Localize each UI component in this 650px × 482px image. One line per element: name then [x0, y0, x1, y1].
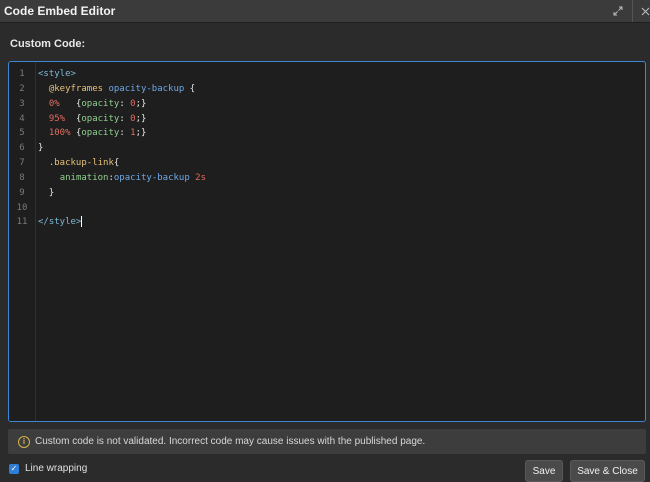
code-token: : — [119, 128, 131, 139]
notice-text: Custom code is not validated. Incorrect … — [35, 436, 426, 447]
code-token: opacity — [81, 128, 120, 139]
code-token: <style> — [38, 69, 76, 79]
line-number: 2 — [19, 83, 25, 94]
line-number: 5 — [19, 128, 25, 139]
code-area[interactable]: <style> @keyframes opacity-backup { 0% {… — [38, 67, 641, 230]
code-line: 0% {opacity: 0;} — [38, 97, 641, 112]
code-token: { — [70, 128, 82, 139]
code-token: { — [59, 98, 82, 109]
code-token: 2s — [195, 172, 207, 183]
line-number: 8 — [19, 172, 25, 183]
line-number: 1 — [19, 69, 25, 79]
window-title: Code Embed Editor — [4, 4, 116, 18]
line-number: 9 — [19, 187, 25, 198]
code-line: } — [38, 141, 641, 156]
code-token: @keyframes — [48, 83, 104, 94]
code-line: <style> — [38, 67, 641, 82]
code-token: : — [119, 98, 131, 109]
title-bar: Code Embed Editor — [0, 0, 650, 23]
code-token: ;} — [135, 98, 147, 109]
code-token: { — [184, 83, 196, 94]
code-token: { — [65, 113, 82, 124]
code-token: : — [119, 113, 131, 124]
validation-notice: i Custom code is not validated. Incorrec… — [8, 429, 646, 454]
line-number: 10 — [16, 202, 28, 213]
expand-icon[interactable] — [606, 0, 630, 22]
text-cursor — [81, 216, 83, 228]
code-token: animation — [59, 172, 109, 183]
code-line: 100% {opacity: 1;} — [38, 126, 641, 141]
code-token: opacity-backup — [113, 172, 190, 183]
code-token: opacity — [81, 113, 120, 124]
code-token: .backup-link — [48, 158, 114, 169]
line-number: 6 — [19, 143, 25, 154]
info-icon: i — [18, 435, 30, 448]
code-token: opacity — [81, 98, 120, 109]
line-number: 7 — [19, 158, 25, 169]
code-token: ;} — [135, 113, 147, 124]
code-token: 95% — [48, 113, 66, 124]
code-token: opacity-backup — [108, 83, 185, 94]
code-line: .backup-link{ — [38, 156, 641, 171]
close-icon[interactable] — [632, 0, 650, 22]
line-number: 11 — [16, 217, 28, 228]
code-token: ;} — [135, 128, 147, 139]
code-line: @keyframes opacity-backup { — [38, 82, 641, 97]
code-token: </style> — [38, 217, 82, 228]
code-token: 100% — [48, 128, 71, 139]
line-number: 4 — [19, 113, 25, 124]
code-token: { — [113, 158, 120, 169]
code-token: 0% — [48, 98, 60, 109]
line-wrapping-label: Line wrapping — [25, 463, 88, 474]
code-line: </style> — [38, 215, 641, 230]
line-wrapping-checkbox[interactable]: ✓ — [9, 463, 19, 474]
code-line: 95% {opacity: 0;} — [38, 112, 641, 127]
code-editor[interactable]: 1 2 3 4 5 6 7 8 9 10 11 <style> @keyframes opacity… — [8, 61, 646, 422]
line-number: 3 — [19, 98, 25, 109]
line-wrapping-toggle[interactable]: ✓ Line wrapping — [9, 463, 87, 474]
code-token: } — [38, 187, 55, 198]
custom-code-label: Custom Code: — [10, 38, 86, 50]
line-number-gutter: 1 2 3 4 5 6 7 8 9 10 11 — [9, 62, 36, 421]
code-token: } — [38, 143, 44, 154]
code-line: } — [38, 186, 641, 201]
code-line: animation:opacity-backup 2s — [38, 171, 641, 186]
